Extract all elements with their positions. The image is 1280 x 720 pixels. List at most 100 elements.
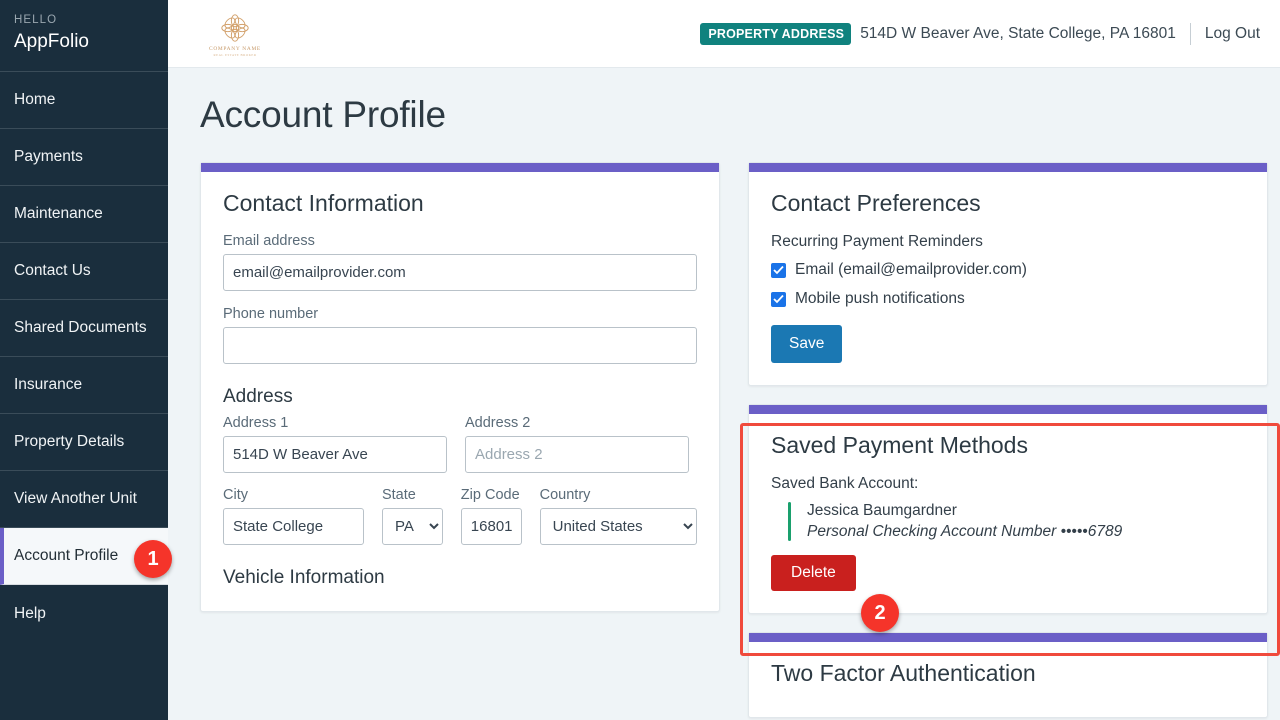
account-holder-name: Jessica Baumgardner bbox=[807, 502, 957, 519]
state-label: State bbox=[381, 487, 416, 503]
email-label: Email address bbox=[223, 233, 315, 249]
property-address-badge: PROPERTY ADDRESS bbox=[700, 22, 852, 45]
save-button[interactable]: Save bbox=[771, 325, 843, 363]
saved-payment-methods-body: Saved Payment Methods Saved Bank Account… bbox=[749, 414, 1267, 613]
sidebar-item-label: Maintenance bbox=[14, 205, 103, 222]
logo-tagline: REAL ESTATE BROKER bbox=[213, 52, 257, 57]
vehicle-information-heading: Vehicle Information bbox=[223, 567, 385, 588]
contact-preferences-title: Contact Preferences bbox=[771, 190, 981, 216]
address-lines-row: Address 1 Address 2 bbox=[223, 415, 697, 473]
state-select[interactable]: PA bbox=[381, 508, 443, 545]
company-logo: COMPANY NAME REAL ESTATE BROKER bbox=[200, 11, 270, 57]
marker-1: 1 bbox=[134, 540, 172, 578]
card-accent-bar bbox=[749, 163, 1267, 172]
email-reminder-row[interactable]: Email (email@emailprovider.com) bbox=[771, 261, 1245, 279]
saved-payment-methods-title: Saved Payment Methods bbox=[771, 432, 1028, 458]
contact-information-card: Contact Information Email address Phone … bbox=[200, 162, 720, 612]
email-reminder-label: Email (email@emailprovider.com) bbox=[795, 261, 1027, 278]
property-address-text: 514D W Beaver Ave, State College, PA 168… bbox=[860, 24, 1176, 42]
top-bar: COMPANY NAME REAL ESTATE BROKER PROPERTY… bbox=[168, 0, 1280, 68]
account-name: AppFolio bbox=[14, 31, 89, 52]
sidebar-item-property-details[interactable]: Property Details bbox=[0, 414, 168, 471]
sidebar-item-label: Account Profile bbox=[14, 547, 119, 564]
contact-preferences-body: Contact Preferences Recurring Payment Re… bbox=[749, 172, 1267, 385]
address2-input[interactable] bbox=[465, 436, 689, 473]
sidebar-item-home[interactable]: Home bbox=[0, 72, 168, 129]
phone-field-group: Phone number bbox=[223, 306, 697, 364]
right-column: Contact Preferences Recurring Payment Re… bbox=[748, 162, 1268, 720]
flower-mandala-icon bbox=[221, 13, 249, 42]
main-region: COMPANY NAME REAL ESTATE BROKER PROPERTY… bbox=[168, 0, 1280, 720]
account-accent-bar bbox=[788, 502, 791, 541]
sidebar: HELLO AppFolio Home Payments Maintenance… bbox=[0, 0, 168, 720]
card-accent-bar bbox=[749, 633, 1267, 642]
saved-bank-account-item: Jessica Baumgardner Personal Checking Ac… bbox=[788, 502, 1245, 541]
sidebar-item-contact-us[interactable]: Contact Us bbox=[0, 243, 168, 300]
sidebar-item-label: View Another Unit bbox=[14, 490, 137, 507]
saved-payment-methods-card: Saved Payment Methods Saved Bank Account… bbox=[748, 404, 1268, 614]
delete-button[interactable]: Delete bbox=[771, 555, 856, 591]
account-number-masked: Personal Checking Account Number •••••67… bbox=[807, 523, 1123, 540]
email-field-group: Email address bbox=[223, 233, 697, 291]
sidebar-item-label: Insurance bbox=[14, 376, 83, 393]
two-factor-title: Two Factor Authentication bbox=[771, 660, 1036, 686]
sidebar-item-label: Home bbox=[14, 91, 56, 108]
sidebar-greeting: HELLO AppFolio bbox=[0, 0, 168, 71]
country-select[interactable]: United States bbox=[539, 508, 697, 545]
page-title: Account Profile bbox=[200, 94, 446, 135]
city-input[interactable] bbox=[223, 508, 364, 545]
checkbox-checked-icon[interactable] bbox=[771, 291, 786, 307]
address1-input[interactable] bbox=[223, 436, 447, 473]
vertical-divider bbox=[1189, 22, 1191, 45]
sidebar-item-view-another-unit[interactable]: View Another Unit bbox=[0, 471, 168, 528]
checkbox-checked-icon[interactable] bbox=[771, 262, 786, 278]
sidebar-item-label: Property Details bbox=[14, 433, 125, 450]
address1-label: Address 1 bbox=[223, 415, 289, 431]
sidebar-item-label: Contact Us bbox=[14, 262, 91, 279]
content-area: Account Profile Contact Information Emai… bbox=[168, 68, 1280, 720]
sidebar-item-help[interactable]: Help bbox=[0, 585, 168, 642]
country-label: Country bbox=[539, 487, 591, 503]
city-label: City bbox=[223, 487, 248, 503]
address2-field-group: Address 2 bbox=[465, 415, 689, 473]
address-section-heading: Address bbox=[223, 386, 293, 407]
phone-label: Phone number bbox=[223, 306, 319, 322]
sidebar-item-maintenance[interactable]: Maintenance bbox=[0, 186, 168, 243]
sidebar-item-label: Help bbox=[14, 604, 46, 622]
sidebar-item-insurance[interactable]: Insurance bbox=[0, 357, 168, 414]
sidebar-item-payments[interactable]: Payments bbox=[0, 129, 168, 186]
email-input[interactable] bbox=[223, 254, 697, 291]
zip-input[interactable] bbox=[460, 508, 522, 545]
marker-2: 2 bbox=[861, 594, 899, 632]
mobile-push-label: Mobile push notifications bbox=[795, 290, 965, 307]
two-factor-authentication-card: Two Factor Authentication bbox=[748, 632, 1268, 718]
app-root: HELLO AppFolio Home Payments Maintenance… bbox=[0, 0, 1280, 720]
sidebar-item-label: Shared Documents bbox=[14, 319, 147, 336]
saved-bank-account-label: Saved Bank Account: bbox=[771, 475, 919, 492]
two-factor-body: Two Factor Authentication bbox=[749, 642, 1267, 717]
left-column: Contact Information Email address Phone … bbox=[200, 162, 720, 720]
contact-information-title: Contact Information bbox=[223, 190, 424, 216]
mobile-push-row[interactable]: Mobile push notifications bbox=[771, 290, 1245, 308]
sidebar-item-label: Payments bbox=[14, 148, 83, 165]
zip-field-group: Zip Code bbox=[460, 487, 522, 545]
zip-label: Zip Code bbox=[460, 487, 520, 503]
logo-company-name: COMPANY NAME bbox=[209, 45, 261, 52]
hello-label: HELLO bbox=[14, 14, 58, 26]
log-out-link[interactable]: Log Out bbox=[1205, 25, 1260, 43]
sidebar-item-shared-documents[interactable]: Shared Documents bbox=[0, 300, 168, 357]
address1-field-group: Address 1 bbox=[223, 415, 447, 473]
contact-preferences-card: Contact Preferences Recurring Payment Re… bbox=[748, 162, 1268, 386]
country-field-group: Country United States bbox=[539, 487, 697, 545]
top-bar-right: PROPERTY ADDRESS 514D W Beaver Ave, Stat… bbox=[700, 22, 1260, 45]
state-field-group: State PA bbox=[381, 487, 443, 545]
phone-input[interactable] bbox=[223, 327, 697, 364]
recurring-payment-reminders-label: Recurring Payment Reminders bbox=[771, 233, 983, 250]
card-accent-bar bbox=[749, 405, 1267, 414]
city-field-group: City bbox=[223, 487, 364, 545]
card-accent-bar bbox=[201, 163, 719, 172]
cards-columns: Contact Information Email address Phone … bbox=[200, 162, 1280, 720]
address2-label: Address 2 bbox=[465, 415, 531, 431]
contact-information-body: Contact Information Email address Phone … bbox=[201, 172, 719, 611]
city-state-zip-country-row: City State PA Zip C bbox=[223, 487, 697, 545]
